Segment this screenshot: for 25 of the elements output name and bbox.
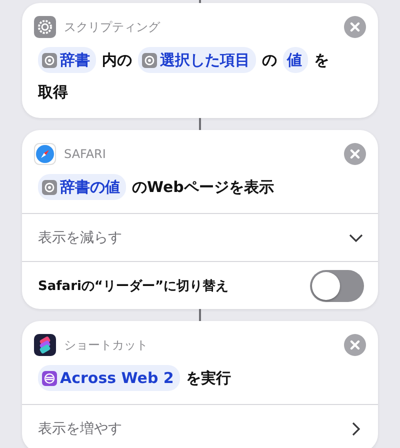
disclosure-label[interactable]: 表示を減らす <box>38 228 122 246</box>
category-label: SAFARI <box>64 147 107 161</box>
action-text: を <box>314 50 329 71</box>
action-text: 取得 <box>38 82 68 103</box>
action-text: の <box>262 50 277 71</box>
action-text: を実行 <box>186 368 231 389</box>
variable-token[interactable]: 選択した項目 <box>138 47 256 73</box>
shortcut-token[interactable]: Across Web 2 <box>38 365 180 391</box>
action-text: 内の <box>102 50 132 71</box>
close-button[interactable] <box>344 16 366 38</box>
variable-token[interactable]: 辞書の値 <box>38 174 126 200</box>
close-button[interactable] <box>344 143 366 165</box>
category-label: ショートカット <box>64 336 149 354</box>
disclosure-label[interactable]: 表示を増やす <box>38 420 122 438</box>
compass-icon <box>34 143 56 165</box>
toggle-label: Safariの“リーダー”に切り替え <box>38 278 229 294</box>
category-label: スクリプティング <box>64 18 162 36</box>
toggle-switch[interactable] <box>310 270 364 302</box>
action-text: のWebページを表示 <box>132 177 274 198</box>
variable-token[interactable]: 辞書 <box>38 47 96 73</box>
variable-token[interactable]: 値 <box>283 47 308 73</box>
close-icon <box>350 22 360 32</box>
close-icon <box>350 149 360 159</box>
close-button[interactable] <box>344 334 366 356</box>
close-icon <box>350 340 360 350</box>
